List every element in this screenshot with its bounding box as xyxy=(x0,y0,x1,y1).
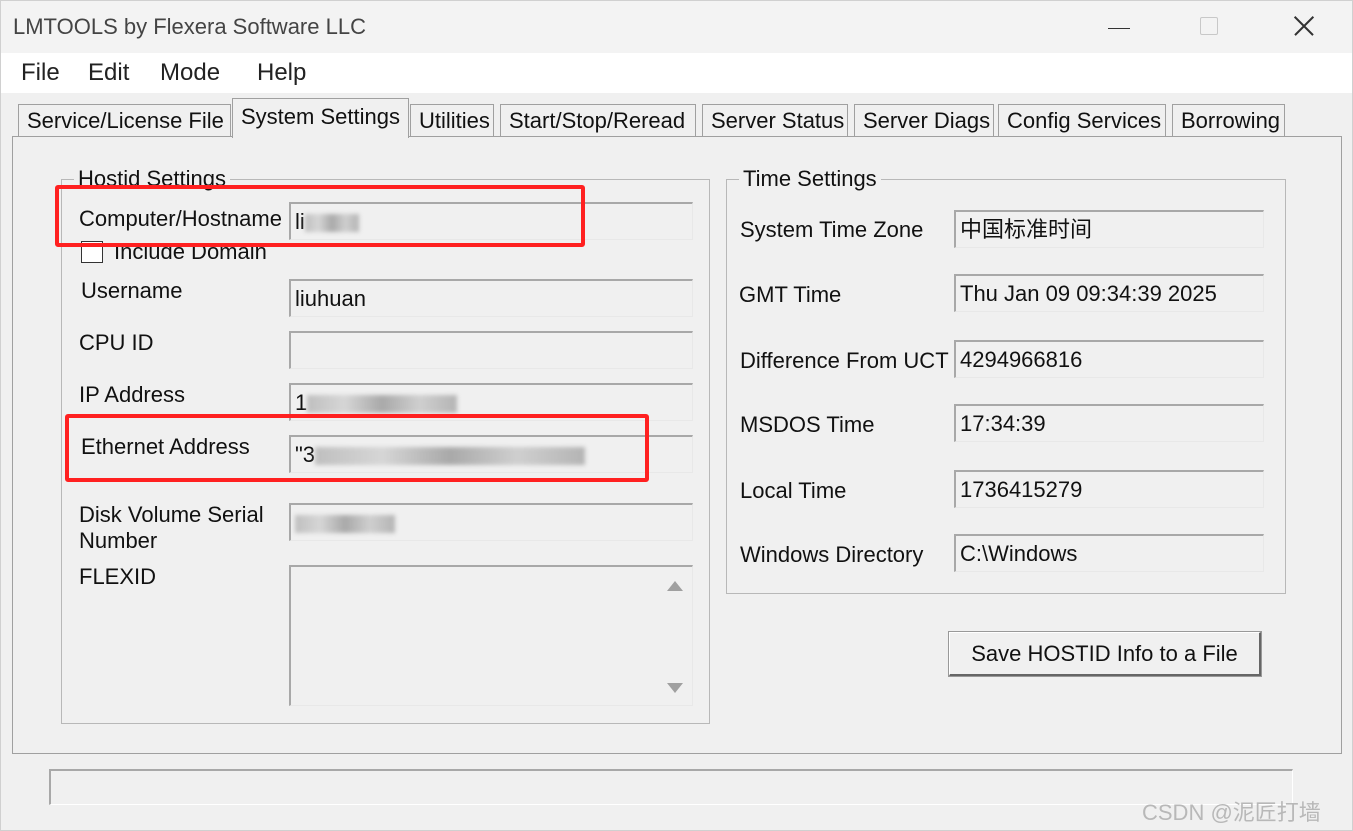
redacted-blur xyxy=(307,395,458,414)
difference-from-uct-label: Difference From UCT xyxy=(740,348,949,373)
redacted-blur xyxy=(295,515,395,534)
tab-server-diags[interactable]: Server Diags xyxy=(854,104,994,137)
tab-config-services[interactable]: Config Services xyxy=(998,104,1166,137)
windows-directory-label: Windows Directory xyxy=(740,542,924,567)
status-bar xyxy=(49,769,1293,805)
cpu-id-field[interactable] xyxy=(289,331,693,369)
ip-address-value: 1 xyxy=(295,390,308,415)
menu-mode[interactable]: Mode xyxy=(160,59,220,87)
difference-from-uct-field[interactable]: 4294966816 xyxy=(954,340,1264,378)
close-icon[interactable] xyxy=(1283,9,1323,45)
flexid-list[interactable] xyxy=(289,565,693,706)
hostname-highlight-box xyxy=(55,185,585,247)
window-title: LMTOOLS by Flexera Software LLC xyxy=(13,14,366,39)
ip-address-label: IP Address xyxy=(79,382,185,407)
msdos-time-label: MSDOS Time xyxy=(740,412,875,437)
scroll-up-icon[interactable] xyxy=(667,581,683,591)
menu-edit[interactable]: Edit xyxy=(88,59,129,87)
save-hostid-button[interactable]: Save HOSTID Info to a File xyxy=(948,631,1262,677)
time-settings-title: Time Settings xyxy=(739,166,881,192)
system-time-zone-label: System Time Zone xyxy=(740,217,924,242)
time-settings-group: Time Settings System Time Zone 中国标准时间 GM… xyxy=(726,166,1286,594)
disk-volume-serial-label: Disk Volume Serial xyxy=(79,502,264,527)
maximize-icon[interactable] xyxy=(1193,9,1233,45)
tab-utilities[interactable]: Utilities xyxy=(410,104,494,137)
watermark: CSDN @泥匠打墙 xyxy=(1142,800,1321,825)
scroll-down-icon[interactable] xyxy=(667,683,683,693)
system-time-zone-field[interactable]: 中国标准时间 xyxy=(954,210,1264,248)
cpu-id-label: CPU ID xyxy=(79,330,154,355)
local-time-label: Local Time xyxy=(740,478,847,503)
disk-volume-number-label: Number xyxy=(79,528,158,553)
tab-server-status[interactable]: Server Status xyxy=(702,104,848,137)
tab-borrowing[interactable]: Borrowing xyxy=(1172,104,1285,137)
msdos-time-field[interactable]: 17:34:39 xyxy=(954,404,1264,442)
windows-directory-field[interactable]: C:\Windows xyxy=(954,534,1264,572)
username-label: Username xyxy=(81,278,183,303)
menu-bar: File Edit Mode Help xyxy=(1,53,1352,93)
tab-system-settings[interactable]: System Settings xyxy=(232,98,409,138)
gmt-time-label: GMT Time xyxy=(739,282,842,307)
title-bar: LMTOOLS by Flexera Software LLC xyxy=(1,1,1352,53)
flexid-label: FLEXID xyxy=(79,564,157,589)
username-field[interactable]: liuhuan xyxy=(289,279,693,317)
gmt-time-field[interactable]: Thu Jan 09 09:34:39 2025 xyxy=(954,274,1264,312)
disk-volume-serial-field[interactable] xyxy=(289,503,693,541)
menu-file[interactable]: File xyxy=(21,59,60,87)
lmtools-window: LMTOOLS by Flexera Software LLC File Edi… xyxy=(0,0,1353,831)
ethernet-highlight-box xyxy=(65,414,649,482)
tab-service-license-file[interactable]: Service/License File xyxy=(18,104,231,137)
local-time-field[interactable]: 1736415279 xyxy=(954,470,1264,508)
menu-help[interactable]: Help xyxy=(257,59,306,87)
tab-start-stop-reread[interactable]: Start/Stop/Reread xyxy=(500,104,696,137)
minimize-icon[interactable] xyxy=(1102,9,1142,45)
